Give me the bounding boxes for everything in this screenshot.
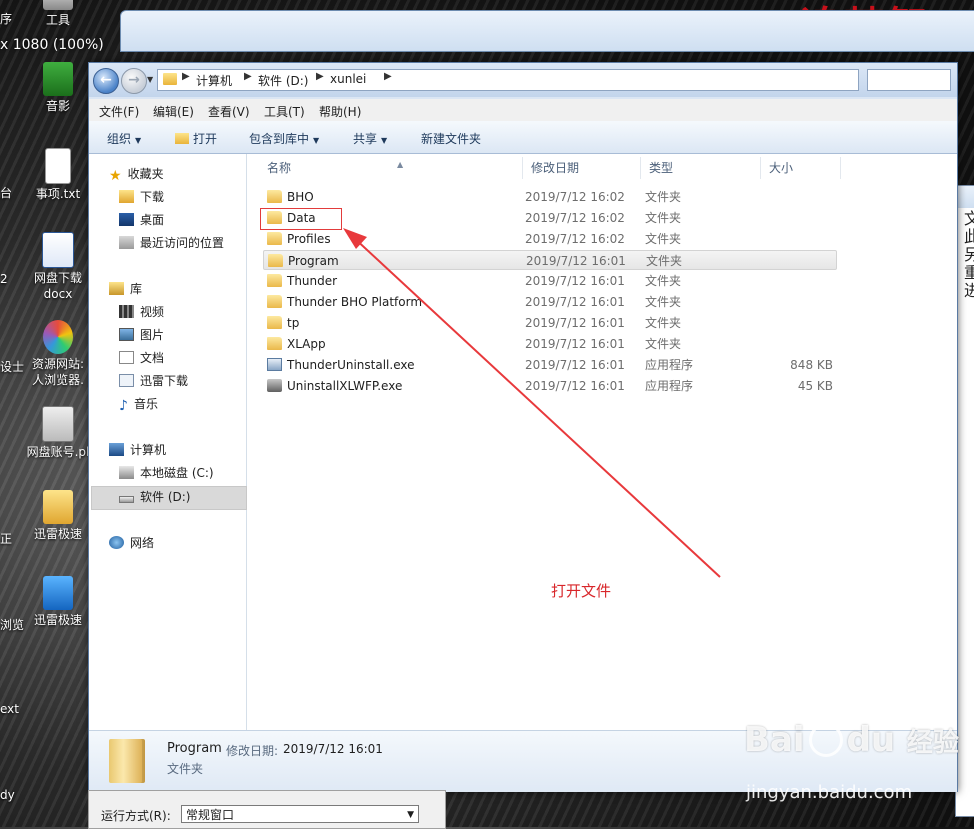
chevron-down-icon: ▼ — [407, 810, 414, 820]
arrow-line — [351, 235, 721, 578]
run-mode-label: 运行方式(R): — [101, 809, 171, 823]
annotation-arrow — [343, 228, 721, 578]
run-mode-select[interactable]: 常规窗口 ▼ — [181, 805, 419, 823]
run-mode-panel: 运行方式(R): 常规窗口 ▼ — [88, 790, 446, 829]
baidu-watermark: Bai du 经验 — [744, 720, 959, 760]
baidu-paw-icon — [808, 723, 843, 757]
baidu-watermark-url: jingyan.baidu.com — [746, 782, 913, 803]
